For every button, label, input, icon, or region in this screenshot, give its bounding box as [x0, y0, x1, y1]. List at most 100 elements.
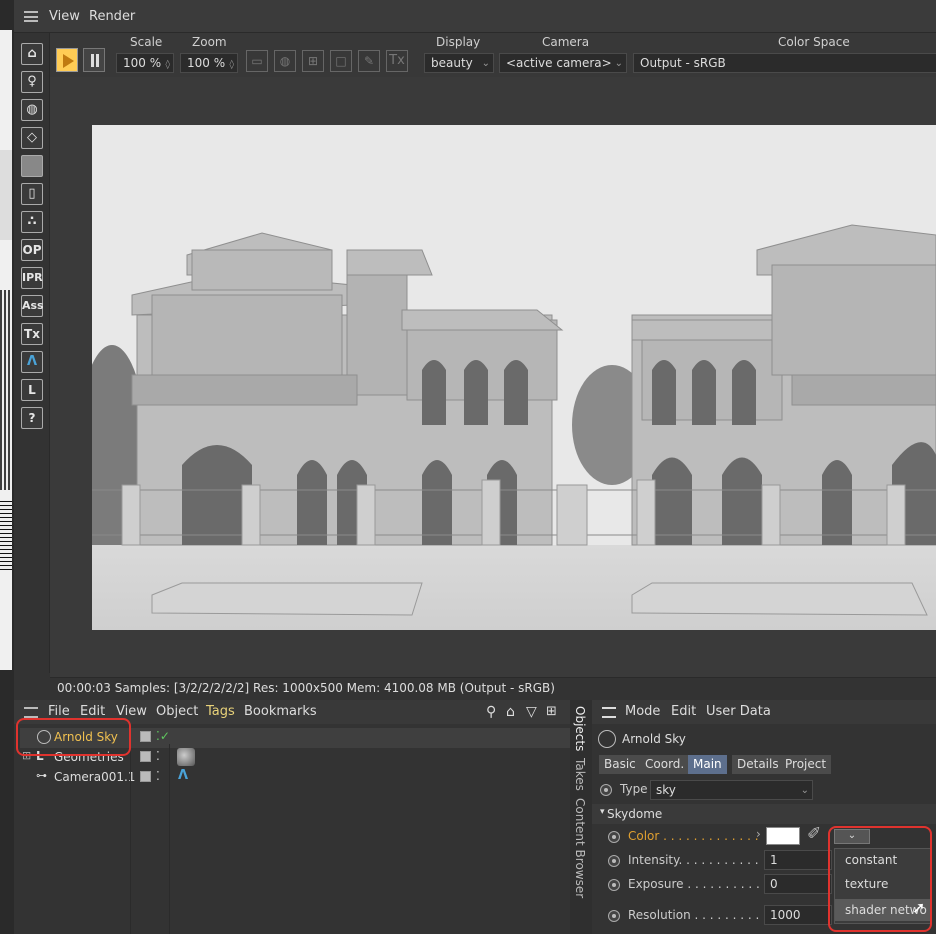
tab-details[interactable]: Details — [732, 755, 784, 774]
eyedropper-icon[interactable]: ✐ — [807, 824, 821, 844]
attributes-menubar: Mode Edit User Data — [592, 700, 936, 724]
color-radio[interactable] — [608, 831, 620, 843]
tab-project[interactable]: Project — [780, 755, 832, 774]
intensity-radio[interactable] — [608, 855, 620, 867]
exposure-value: 0 — [770, 877, 778, 891]
adjacent-window-strip — [0, 0, 14, 934]
tab-takes[interactable]: Takes — [573, 758, 587, 791]
object-row-camera[interactable]: ⊶ Camera001.1 ⁚ Λ — [20, 768, 570, 788]
colorspace-value: Output - sRGB — [640, 56, 726, 70]
search-icon[interactable]: ⚲ — [486, 704, 496, 720]
globe-icon[interactable]: ◍ — [21, 99, 43, 121]
status-bar: 00:00:03 Samples: [3/2/2/2/2/2] Res: 100… — [50, 677, 936, 699]
vertical-toolbar: ⌂ ♀ ◍ ◇ ▯ ∴ OP IPR Ass Tx Λ L ? — [14, 33, 50, 673]
filter-icon[interactable]: ▽ — [526, 704, 537, 720]
menu-edit[interactable]: Edit — [671, 704, 696, 719]
scale-field[interactable]: 100 % ◊ — [116, 53, 174, 73]
intensity-value: 1 — [770, 853, 778, 867]
zoom-field[interactable]: 100 % ◊ — [180, 53, 238, 73]
objects-panel: File Edit View Object Tags Bookmarks ⚲ ⌂… — [14, 700, 570, 934]
menu-edit[interactable]: Edit — [80, 704, 105, 719]
play-icon[interactable] — [56, 48, 78, 72]
exposure-field[interactable]: 0 — [764, 874, 832, 894]
document-icon[interactable]: ▯ — [21, 183, 43, 205]
material-tag-icon[interactable] — [177, 748, 195, 766]
resolution-value: 1000 — [770, 908, 801, 922]
menu-bookmarks[interactable]: Bookmarks — [244, 704, 317, 719]
display-select[interactable]: beauty ⌄ — [424, 53, 494, 73]
hamburger-menu-icon[interactable] — [24, 11, 38, 22]
menu-tags[interactable]: Tags — [206, 704, 235, 719]
display-value: beauty — [431, 56, 473, 70]
visibility-dots-icon[interactable]: ⁚ — [156, 749, 160, 763]
layer-icon[interactable] — [140, 731, 151, 742]
tab-content-browser[interactable]: Content Browser — [573, 798, 587, 898]
dots-icon[interactable]: ∴ — [21, 211, 43, 233]
collapse-icon: ▾ — [600, 807, 605, 817]
hierarchy-icon[interactable]: ⊞ — [302, 50, 324, 72]
layer-icon[interactable] — [140, 751, 151, 762]
object-title: Arnold Sky — [622, 732, 686, 746]
resolution-field[interactable]: 1000 — [764, 905, 832, 925]
column-separator — [169, 744, 170, 934]
hamburger-menu-icon[interactable] — [24, 707, 38, 718]
scale-value: 100 % — [123, 56, 162, 70]
light-bulb-icon[interactable]: ♀ — [21, 71, 43, 93]
brush-icon[interactable]: ✎ — [358, 50, 380, 72]
arnold-logo-icon[interactable]: Λ — [21, 351, 43, 373]
menu-file[interactable]: File — [48, 704, 70, 719]
solid-cube-icon[interactable] — [21, 155, 43, 177]
colorspace-label: Color Space — [778, 35, 850, 49]
op-button[interactable]: OP — [21, 239, 43, 261]
menu-view[interactable]: View — [49, 9, 80, 24]
ipr-button[interactable]: IPR — [21, 267, 43, 289]
display-label: Display — [436, 35, 481, 49]
resolution-label: Resolution . . . . . . . . . . — [628, 908, 762, 922]
menu-view[interactable]: View — [116, 704, 147, 719]
enabled-check-icon[interactable]: ⁚✓ — [156, 729, 170, 743]
render-viewport — [50, 77, 936, 677]
render-toolbar: Scale 100 % ◊ Zoom 100 % ◊ ▭ ◍ ⊞ □ ✎ Tx Di… — [50, 33, 936, 77]
menu-user-data[interactable]: User Data — [706, 704, 771, 719]
globe-grid-icon[interactable]: ◍ — [274, 50, 296, 72]
monitor-icon[interactable]: ▭ — [246, 50, 268, 72]
hamburger-menu-icon[interactable] — [602, 707, 616, 718]
exposure-radio[interactable] — [608, 879, 620, 891]
frame-icon[interactable]: □ — [330, 50, 352, 72]
object-name: Camera001.1 — [54, 770, 136, 784]
menu-mode[interactable]: Mode — [625, 704, 660, 719]
arnold-tag-icon[interactable]: Λ — [178, 768, 188, 783]
ass-button[interactable]: Ass — [21, 295, 44, 317]
color-swatch[interactable] — [766, 827, 800, 845]
attributes-panel: Mode Edit User Data Arnold Sky Basic Coo… — [592, 700, 936, 934]
layer-icon[interactable] — [140, 771, 151, 782]
section-header[interactable]: Skydome ▾ — [592, 804, 936, 824]
menu-object[interactable]: Object — [156, 704, 198, 719]
tab-coord[interactable]: Coord. — [640, 755, 690, 774]
tab-objects[interactable]: Objects — [573, 706, 587, 751]
visibility-dots-icon[interactable]: ⁚ — [156, 769, 160, 783]
new-window-icon[interactable]: ⊞ — [546, 704, 557, 719]
type-radio[interactable] — [600, 784, 612, 796]
tx-button[interactable]: Tx — [21, 323, 43, 345]
intensity-field[interactable]: 1 — [764, 850, 832, 870]
tab-basic[interactable]: Basic — [599, 755, 641, 774]
exposure-label: Exposure . . . . . . . . . . . — [628, 877, 762, 891]
colorspace-select[interactable]: Output - sRGB — [633, 53, 936, 73]
l-button[interactable]: L — [21, 379, 43, 401]
menu-render[interactable]: Render — [89, 9, 135, 24]
chevron-right-icon[interactable]: › — [756, 827, 761, 841]
intensity-label: Intensity. . . . . . . . . . . . — [628, 853, 762, 867]
help-button[interactable]: ? — [21, 407, 43, 429]
pause-icon[interactable] — [83, 48, 105, 72]
wireframe-cube-icon[interactable]: ◇ — [21, 127, 43, 149]
type-value: sky — [656, 783, 676, 797]
resolution-radio[interactable] — [608, 910, 620, 922]
camera-object-icon: ⊶ — [36, 769, 47, 782]
type-select[interactable]: sky ⌄ — [650, 780, 813, 800]
tx-icon[interactable]: Tx — [386, 50, 408, 72]
tab-main[interactable]: Main — [688, 755, 727, 774]
camera-select[interactable]: <active camera> ⌄ — [499, 53, 627, 73]
home-icon[interactable]: ⌂ — [506, 704, 515, 720]
camera-icon[interactable]: ⌂ — [21, 43, 43, 65]
